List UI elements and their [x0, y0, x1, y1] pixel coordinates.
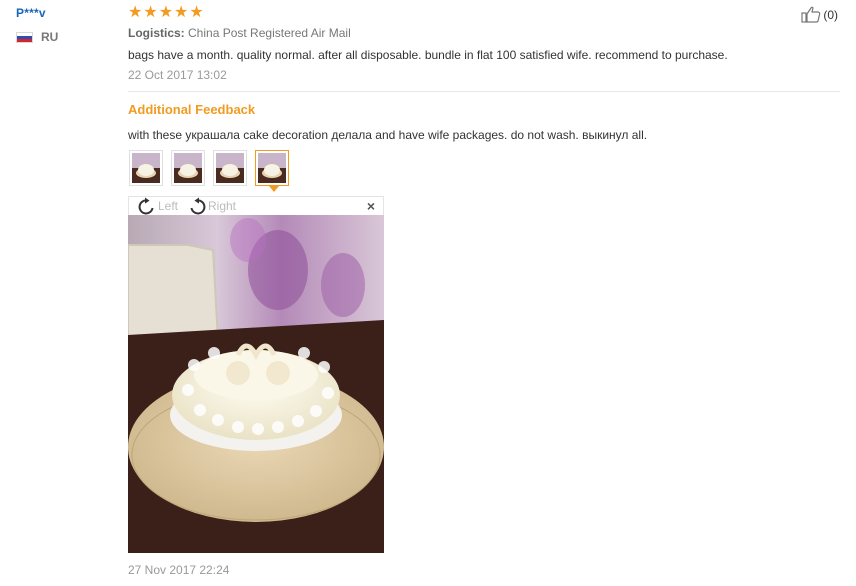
star-rating: ★ ★ ★ ★ ★ [128, 5, 204, 21]
logistics-label: Logistics: [128, 26, 185, 40]
photo-thumbnail[interactable] [171, 150, 205, 186]
helpful-count: (0) [823, 7, 838, 22]
star-icon: ★ [143, 4, 158, 21]
additional-feedback-date: 27 Nov 2017 22:24 [128, 563, 230, 577]
additional-feedback-text: with these украшала cake decoration дела… [128, 128, 648, 142]
rotate-left-label: Left [158, 199, 179, 213]
photo-thumbnail[interactable] [213, 150, 247, 186]
review-text: bags have a month. quality normal. after… [128, 48, 728, 62]
rotate-right-label: Right [208, 199, 237, 213]
rotate-right-button[interactable]: Right [187, 197, 236, 215]
reviewer-name: P***v [16, 6, 46, 20]
divider [128, 91, 840, 92]
rotate-left-button[interactable]: Left [137, 197, 178, 215]
photo-thumbnails [129, 150, 289, 192]
cake-photo [128, 215, 384, 553]
rotate-right-icon [190, 197, 206, 215]
rotate-left-icon [138, 197, 154, 215]
photo-viewer: Left Right × [128, 196, 384, 553]
reviewer-country: RU [16, 30, 106, 44]
viewer-toolbar: Left Right × [128, 196, 384, 215]
russia-flag-icon [16, 31, 33, 43]
helpful-button[interactable]: (0) [801, 6, 838, 23]
thumbs-up-icon [801, 6, 821, 23]
star-icon: ★ [174, 4, 189, 21]
logistics-info: Logistics: China Post Registered Air Mai… [128, 26, 351, 40]
photo-thumbnail-active[interactable] [255, 150, 289, 192]
additional-feedback-title: Additional Feedback [128, 102, 256, 117]
thumbnail-image [216, 153, 244, 183]
country-code: RU [41, 30, 59, 44]
star-icon: ★ [189, 4, 204, 21]
logistics-value: China Post Registered Air Mail [188, 26, 351, 40]
thumbnail-image [174, 153, 202, 183]
reviewer-info: P***v RU [16, 6, 106, 44]
thumbnail-image [258, 153, 286, 183]
star-icon: ★ [128, 4, 143, 21]
photo-thumbnail[interactable] [129, 150, 163, 186]
close-viewer-button[interactable]: × [367, 198, 375, 214]
thumbnail-image [132, 153, 160, 183]
star-icon: ★ [158, 4, 174, 21]
review-date: 22 Oct 2017 13:02 [128, 68, 227, 82]
